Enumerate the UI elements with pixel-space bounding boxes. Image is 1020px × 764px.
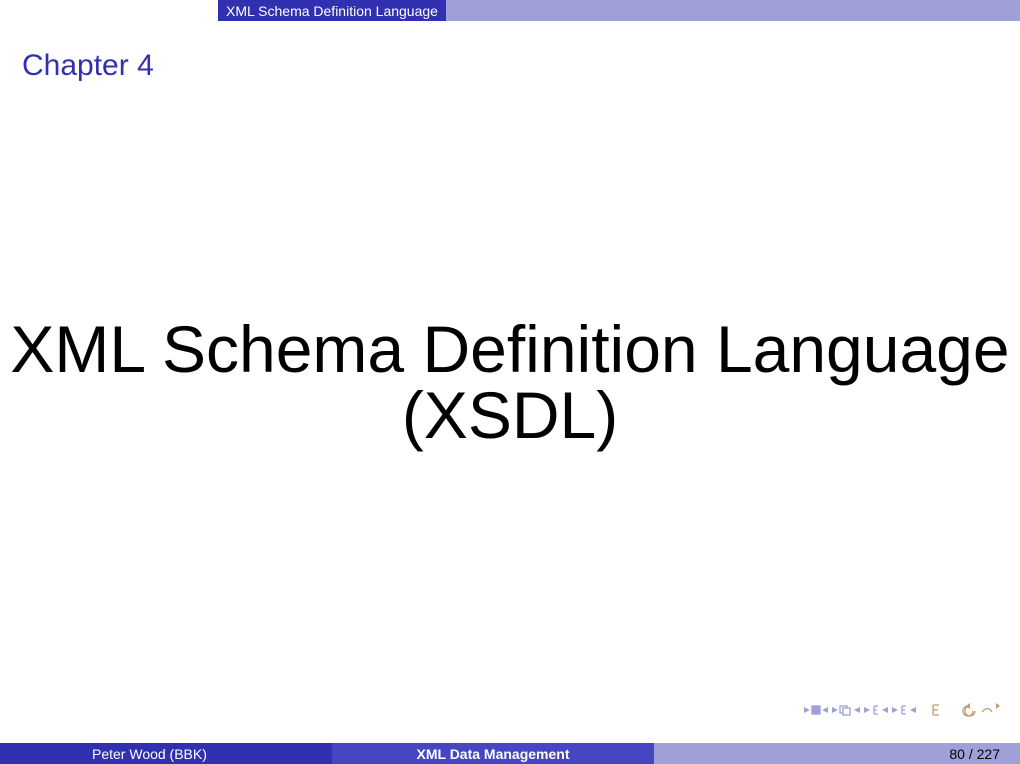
slide: XML Schema Definition Language Chapter 4… — [0, 0, 1020, 764]
header-fill — [446, 0, 1020, 21]
footer-title: XML Data Management — [417, 746, 570, 762]
header-spacer — [0, 0, 218, 21]
footer-author-cell: Peter Wood (BBK) — [0, 743, 332, 764]
footer-page-cell: 80 / 227 — [654, 743, 1020, 764]
title-container: XML Schema Definition Language (XSDL) — [0, 21, 1020, 743]
footer-author: Peter Wood (BBK) — [92, 746, 207, 762]
nav-next-icon[interactable] — [892, 704, 916, 716]
slide-body: Chapter 4 XML Schema Definition Language… — [0, 21, 1020, 743]
nav-icon-row — [804, 703, 1002, 717]
footer-page-number: 80 / 227 — [949, 746, 1000, 762]
nav-prev-section-icon[interactable] — [832, 704, 860, 716]
header-section-label: XML Schema Definition Language — [226, 3, 438, 19]
nav-prev-icon[interactable] — [864, 704, 888, 716]
main-title: XML Schema Definition Language (XSDL) — [0, 316, 1020, 448]
header-bar: XML Schema Definition Language — [0, 0, 1020, 21]
nav-first-icon[interactable] — [804, 704, 828, 716]
header-section-tab: XML Schema Definition Language — [218, 0, 446, 21]
nav-mode-icon[interactable] — [930, 704, 944, 716]
nav-undo-redo-icon[interactable] — [962, 703, 1002, 717]
footer-bar: Peter Wood (BBK) XML Data Management 80 … — [0, 743, 1020, 764]
footer-title-cell: XML Data Management — [332, 743, 654, 764]
